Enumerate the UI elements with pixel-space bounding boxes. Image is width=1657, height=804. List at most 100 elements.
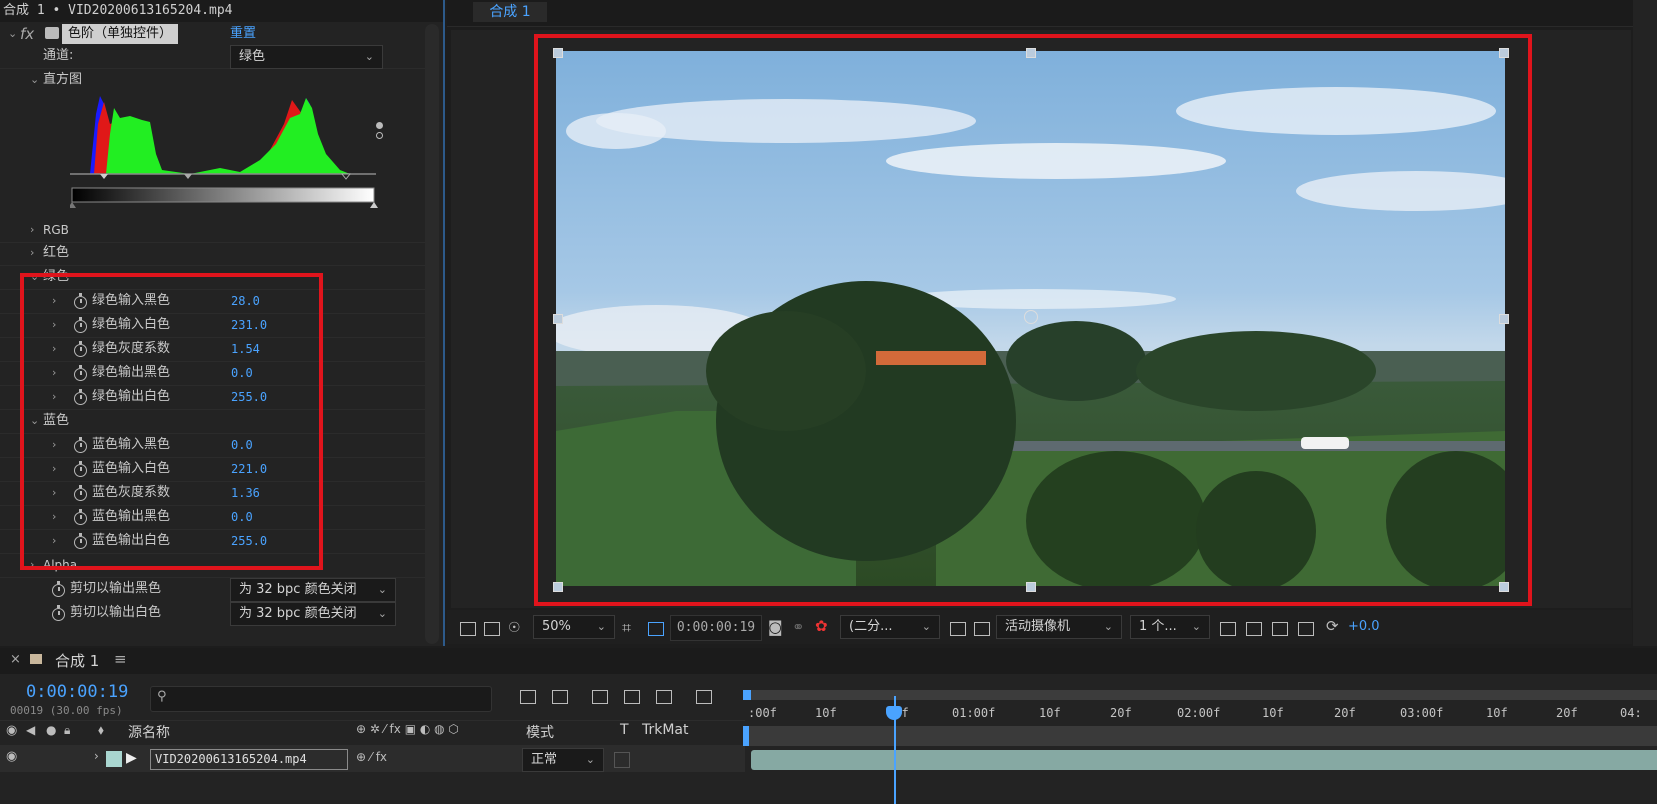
ruler-tick: 20f — [1334, 706, 1356, 720]
flowchart-icon[interactable] — [1298, 622, 1314, 636]
group-rgb[interactable]: › RGB — [0, 218, 425, 243]
viewer-tab[interactable]: 合成 1 — [473, 2, 547, 22]
fast-draft-icon[interactable] — [1246, 622, 1262, 636]
effect-name[interactable]: 色阶（单独控件） — [62, 24, 179, 44]
lock-icon[interactable]: 🔒︎ — [64, 723, 70, 738]
channel-label: 通道: — [43, 48, 74, 63]
highlight-box — [20, 273, 323, 570]
chevron-right-icon[interactable]: › — [94, 749, 99, 763]
column-trkmat[interactable]: TrkMat — [642, 722, 689, 738]
work-area-track[interactable] — [747, 726, 1657, 746]
eye-icon[interactable]: ◉ — [6, 723, 17, 738]
ruler-tick: 03:00f — [1400, 706, 1444, 720]
work-area-marker[interactable] — [743, 726, 749, 746]
clip-white-select[interactable]: 为 32 bpc 颜色关闭 ⌄ — [230, 602, 396, 626]
layer-mode-select[interactable]: 正常 ⌄ — [522, 748, 604, 772]
ruler-tick: :00f — [748, 706, 777, 720]
group-red[interactable]: › 红色 — [0, 241, 425, 266]
effect-header[interactable]: ⌄ fx 色阶（单独控件） 重置 — [0, 22, 425, 46]
views-select[interactable]: 1 个... ⌄ — [1130, 615, 1210, 639]
column-t[interactable]: T — [620, 722, 629, 738]
ruler-tick: 20f — [1556, 706, 1578, 720]
always-preview-icon[interactable] — [460, 622, 476, 636]
label-tag-icon[interactable]: ⬧ — [98, 723, 104, 738]
timeline-comp-tab[interactable]: 合成 1 — [55, 650, 99, 671]
histogram-dot-icon[interactable] — [376, 132, 383, 139]
highlight-box — [534, 34, 1532, 606]
chevron-right-icon[interactable]: › — [30, 241, 34, 265]
layer-name[interactable]: VID20200613165204.mp4 — [150, 749, 348, 770]
display-icon[interactable] — [484, 622, 500, 636]
clip-white-value: 为 32 bpc 颜色关闭 — [239, 606, 357, 621]
switches-icons[interactable]: ⊕ ✲ ⁄ fx ▣ ◐ ◍ ⬡ — [356, 722, 459, 736]
histogram-dot-icon[interactable] — [376, 122, 383, 129]
viewer-tab-bar — [447, 0, 1657, 27]
audio-icon[interactable]: ◀ — [26, 723, 35, 737]
histogram[interactable] — [70, 94, 380, 212]
viewer-timecode[interactable]: 0:00:00:19 — [670, 615, 762, 641]
clip-black-select[interactable]: 为 32 bpc 颜色关闭 ⌄ — [230, 578, 396, 602]
layer-duration-bar[interactable] — [751, 750, 1657, 770]
chevron-down-icon[interactable]: ⌄ — [8, 22, 17, 46]
camera-select[interactable]: 活动摄像机 ⌄ — [996, 615, 1122, 639]
transparency-grid-icon[interactable] — [648, 622, 664, 636]
snapshot-icon[interactable]: ◙ — [768, 618, 783, 636]
work-area-bar[interactable] — [747, 690, 1657, 700]
menu-icon[interactable]: ≡ — [114, 650, 127, 668]
graph-editor-icon[interactable] — [696, 690, 712, 704]
resolution-select[interactable]: (二分... ⌄ — [840, 615, 940, 639]
channel-value: 绿色 — [239, 49, 266, 64]
layer-switches[interactable]: ⊕ ⁄ fx — [356, 750, 387, 764]
trkmat-select[interactable] — [614, 752, 630, 768]
channel-icon[interactable]: ✿ — [815, 617, 828, 635]
timeline-empty-area — [747, 772, 1657, 804]
exposure-value[interactable]: +0.0 — [1348, 619, 1380, 634]
ruler-tick: 20f — [1110, 706, 1132, 720]
column-mode[interactable]: 模式 — [526, 722, 554, 742]
chevron-down-icon[interactable]: ⌄ — [30, 68, 39, 92]
effect-preset-icon — [45, 27, 59, 39]
stopwatch-icon[interactable] — [52, 605, 65, 621]
toggle-transparency-icon[interactable] — [974, 622, 990, 636]
histogram-row[interactable]: ⌄ 直方图 — [0, 68, 425, 92]
toggle-pixel-aspect-icon[interactable] — [1220, 622, 1236, 636]
timeline-tab-bar — [0, 648, 1657, 674]
stopwatch-icon[interactable] — [52, 581, 65, 597]
views-value: 1 个... — [1139, 619, 1177, 634]
layer-visibility-icon[interactable]: ◉ — [6, 749, 17, 764]
ruler-tick: 04: — [1620, 706, 1642, 720]
ruler-tick: 01:00f — [952, 706, 996, 720]
reset-link[interactable]: 重置 — [230, 22, 256, 46]
fast-preview-icon[interactable] — [950, 622, 966, 636]
effect-controls-panel: 合成 1 • VID20200613165204.mp4 ⌄ fx 色阶（单独控… — [0, 0, 445, 646]
frame-blending-icon[interactable] — [624, 690, 640, 704]
effect-panel-title: 合成 1 • VID20200613165204.mp4 — [0, 0, 443, 22]
reset-exposure-icon[interactable]: ⟳ — [1326, 617, 1339, 635]
ruler-tick: 02:00f — [1177, 706, 1221, 720]
shy-layers-icon[interactable] — [592, 690, 608, 704]
channel-select[interactable]: 绿色 ⌄ — [230, 45, 383, 69]
close-icon[interactable]: × — [10, 652, 21, 667]
layer-label-color[interactable] — [106, 751, 122, 767]
effect-panel-scrollbar[interactable] — [425, 24, 439, 644]
region-of-interest-icon[interactable]: ⌗ — [622, 618, 631, 638]
chevron-right-icon[interactable]: › — [30, 218, 34, 242]
current-time[interactable]: 0:00:00:19 — [26, 682, 128, 702]
chevron-down-icon: ⌄ — [377, 607, 387, 620]
mask-visibility-icon[interactable]: ☉ — [508, 620, 521, 636]
motion-blur-icon[interactable] — [656, 690, 672, 704]
column-source-name[interactable]: 源名称 — [128, 722, 170, 742]
show-snapshot-icon[interactable]: ⚭ — [792, 618, 805, 636]
work-area-start[interactable] — [743, 690, 751, 700]
draft-3d-icon[interactable] — [552, 690, 568, 704]
layer-search-input[interactable]: ⚲ — [150, 686, 492, 712]
chevron-down-icon: ⌄ — [1103, 620, 1113, 633]
chevron-down-icon: ⌄ — [377, 583, 387, 596]
timeline-icon[interactable] — [1272, 622, 1288, 636]
group-label: RGB — [43, 223, 69, 237]
solo-icon[interactable]: ● — [46, 723, 56, 737]
zoom-select[interactable]: 50% ⌄ — [533, 615, 615, 639]
fx-icon[interactable]: fx — [20, 22, 34, 46]
comp-mini-flowchart-icon[interactable] — [520, 690, 536, 704]
search-icon: ⚲ — [157, 689, 167, 704]
